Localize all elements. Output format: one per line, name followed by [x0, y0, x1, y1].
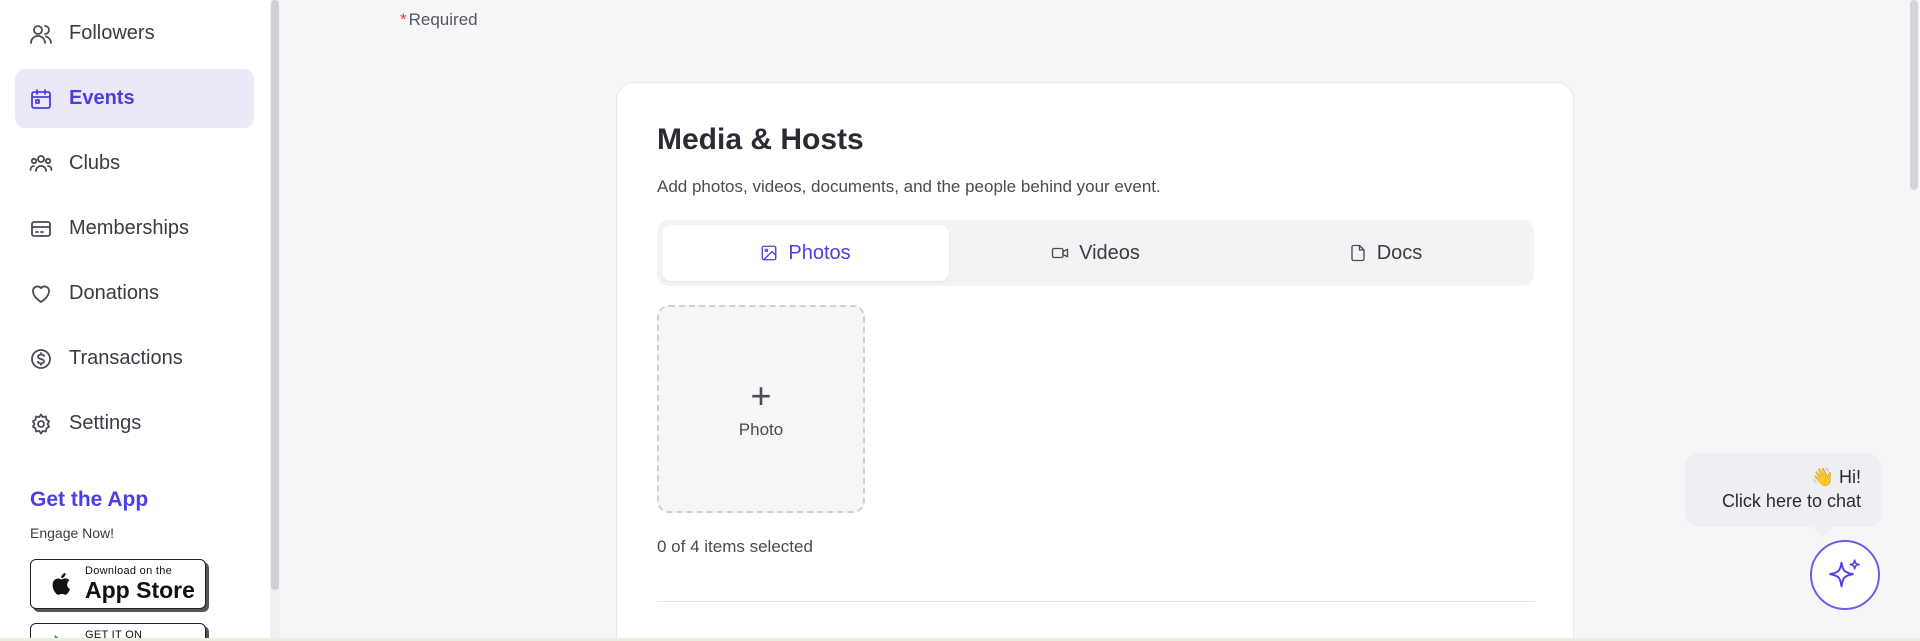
media-tabs: Photos Videos Docs — [657, 220, 1534, 286]
sidebar-item-memberships[interactable]: Memberships — [15, 199, 254, 258]
tab-videos[interactable]: Videos — [952, 225, 1239, 281]
calendar-icon — [29, 87, 53, 111]
gear-icon — [29, 412, 53, 436]
heart-icon — [29, 282, 53, 306]
divider — [657, 601, 1534, 602]
group-icon — [29, 152, 53, 176]
users-icon — [29, 22, 53, 46]
sidebar-item-transactions[interactable]: Transactions — [15, 329, 254, 388]
app-store-small-text: Download on the — [85, 565, 173, 577]
card-description: Add photos, videos, documents, and the p… — [657, 177, 1161, 196]
tab-label: Photos — [788, 241, 851, 264]
sidebar-item-label: Settings — [69, 412, 142, 434]
card-icon — [29, 217, 53, 241]
media-hosts-card: Media & Hosts Add photos, videos, docume… — [616, 82, 1574, 641]
sidebar-item-label: Events — [69, 87, 135, 109]
chat-prompt-bubble[interactable]: 👋 Hi! Click here to chat — [1685, 453, 1881, 537]
sidebar-scrollbar-thumb[interactable] — [271, 0, 279, 590]
items-selected-count: 0 of 4 items selected — [657, 537, 813, 556]
tab-photos[interactable]: Photos — [662, 225, 949, 281]
tab-label: Docs — [1376, 241, 1423, 264]
dollar-circle-icon — [29, 347, 53, 371]
sidebar-item-settings[interactable]: Settings — [15, 394, 254, 453]
tab-label: Videos — [1079, 241, 1140, 264]
chat-launcher-button[interactable] — [1810, 540, 1880, 610]
sidebar-item-clubs[interactable]: Clubs — [15, 134, 254, 193]
sidebar-item-followers[interactable]: Followers — [15, 4, 254, 63]
apple-icon — [45, 568, 79, 600]
sidebar-item-label: Transactions — [69, 347, 183, 369]
sidebar-item-donations[interactable]: Donations — [15, 264, 254, 323]
get-app-title: Get the App — [30, 488, 149, 511]
required-label: Required — [408, 10, 478, 29]
sidebar-item-events[interactable]: Events — [15, 69, 254, 128]
upload-label: Photo — [738, 420, 784, 439]
chat-greeting: 👋 Hi! — [1811, 467, 1861, 487]
required-note: * Required — [400, 10, 478, 30]
image-icon — [760, 244, 778, 262]
sidebar: Followers Events Clubs Memberships Donat… — [0, 0, 270, 641]
document-icon — [1349, 244, 1367, 262]
chat-prompt-text: Click here to chat — [1721, 491, 1861, 512]
required-star: * — [400, 10, 407, 29]
get-app-subtitle: Engage Now! — [30, 525, 115, 541]
main-scrollbar-thumb[interactable] — [1910, 0, 1918, 190]
video-icon — [1051, 244, 1069, 262]
sparkle-icon — [1829, 559, 1860, 588]
app-store-big-text: App Store — [85, 577, 195, 603]
tab-docs[interactable]: Docs — [1242, 225, 1529, 281]
sidebar-item-label: Memberships — [69, 217, 190, 239]
sidebar-item-label: Followers — [69, 22, 155, 44]
card-title: Media & Hosts — [657, 123, 864, 156]
plus-icon: + — [750, 375, 772, 416]
sidebar-item-label: Donations — [69, 282, 160, 304]
add-photo-button[interactable]: + Photo — [657, 305, 865, 513]
sidebar-item-label: Clubs — [69, 152, 121, 174]
app-store-badge[interactable]: Download on the App Store — [30, 559, 206, 609]
